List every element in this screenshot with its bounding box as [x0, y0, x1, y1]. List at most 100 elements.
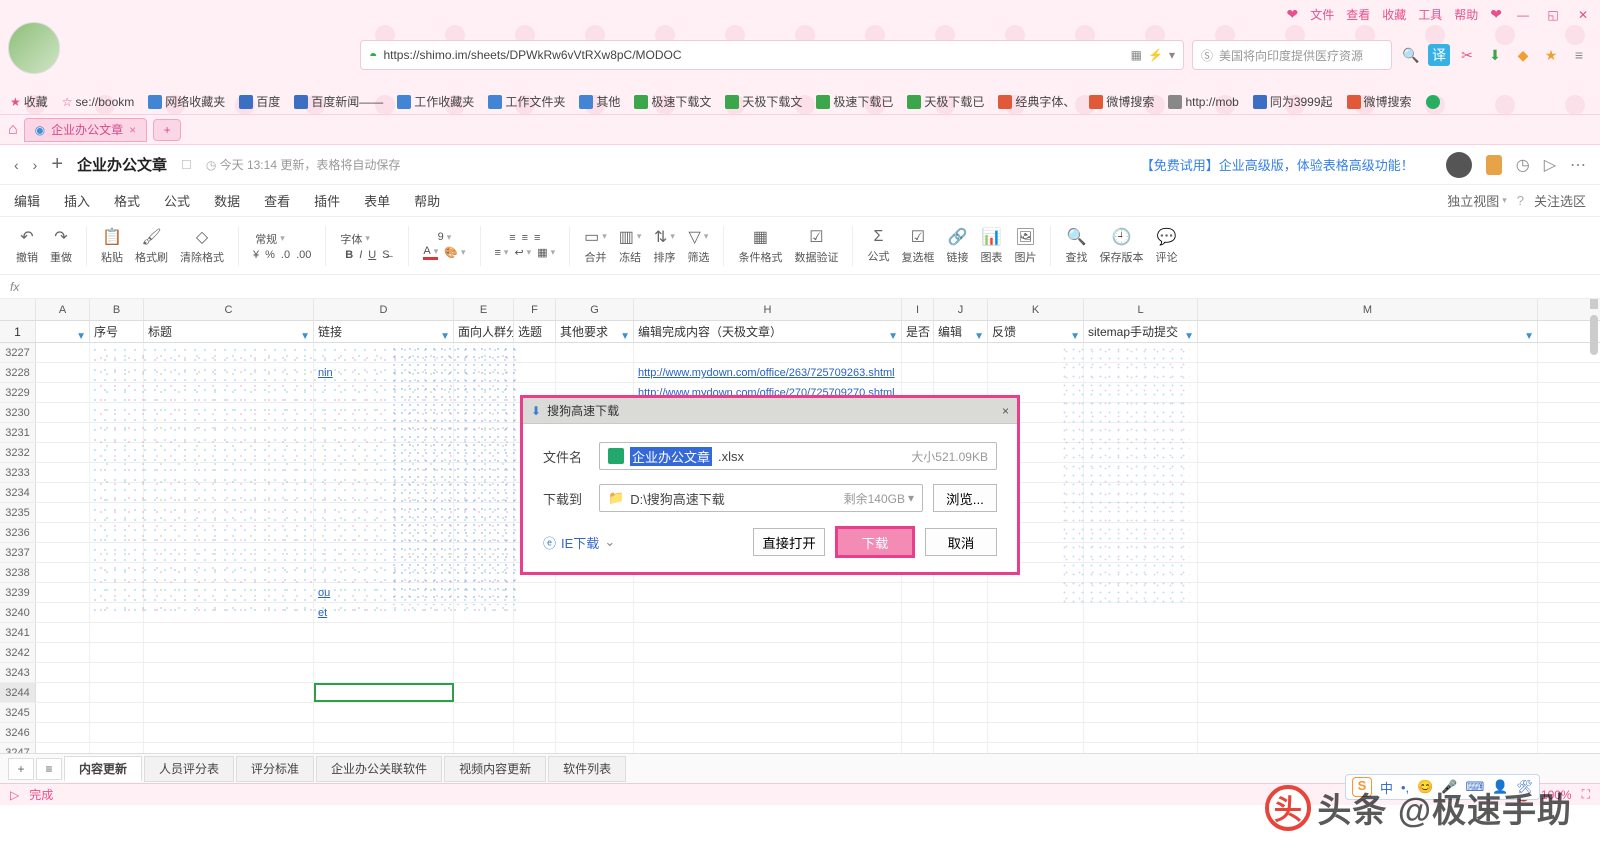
cell[interactable]	[1198, 723, 1538, 742]
open-button[interactable]: 直接打开	[753, 528, 825, 556]
col-header[interactable]: E	[454, 299, 514, 320]
filename-input[interactable]: 企业办公文章.xlsx 大小521.09KB	[599, 442, 997, 470]
cell[interactable]	[634, 643, 902, 662]
cell[interactable]	[90, 463, 144, 482]
cell[interactable]	[1198, 463, 1538, 482]
align-left-icon[interactable]: ≡	[509, 232, 515, 244]
cell[interactable]	[988, 343, 1084, 362]
cell[interactable]	[1084, 403, 1198, 422]
cell[interactable]	[988, 703, 1084, 722]
cell[interactable]	[1198, 583, 1538, 602]
cell[interactable]	[454, 623, 514, 642]
table-row[interactable]: 3244	[0, 683, 1600, 703]
cell[interactable]	[514, 603, 556, 622]
cell[interactable]	[934, 623, 988, 642]
table-row[interactable]: 3228ninhttp://www.mydown.com/office/263/…	[0, 363, 1600, 383]
cell[interactable]	[988, 583, 1084, 602]
history-icon[interactable]: ◷	[1516, 155, 1530, 175]
cell[interactable]	[556, 583, 634, 602]
bookmark-item[interactable]: 百度新闻——	[294, 93, 383, 110]
cell[interactable]	[1198, 343, 1538, 362]
cell[interactable]	[314, 503, 454, 522]
qr-icon[interactable]: ▦	[1131, 48, 1142, 62]
cell[interactable]	[514, 723, 556, 742]
cell[interactable]	[1084, 463, 1198, 482]
cell[interactable]	[556, 683, 634, 702]
address-bar[interactable]: ◓ https://shimo.im/sheets/DPWkRw6vVtRXw8…	[360, 40, 1184, 70]
cell[interactable]	[1198, 703, 1538, 722]
cell[interactable]	[36, 703, 90, 722]
cell[interactable]	[1198, 523, 1538, 542]
cell[interactable]	[36, 343, 90, 362]
cell[interactable]	[902, 603, 934, 622]
cell[interactable]	[1084, 703, 1198, 722]
filter-icon[interactable]: ▼	[440, 326, 450, 342]
new-doc-button[interactable]: +	[51, 153, 63, 176]
currency-icon[interactable]: ¥	[253, 249, 259, 261]
cell[interactable]	[144, 583, 314, 602]
history-button[interactable]: 🕘保存版本	[1095, 227, 1147, 265]
cell[interactable]	[934, 723, 988, 742]
cell[interactable]	[934, 703, 988, 722]
close-button[interactable]: ✕	[1574, 8, 1592, 22]
cell[interactable]	[1084, 443, 1198, 462]
bookmark-item[interactable]: 其他	[579, 93, 620, 110]
cell[interactable]	[454, 503, 514, 522]
table-row[interactable]: 3227	[0, 343, 1600, 363]
table-row[interactable]: 3246	[0, 723, 1600, 743]
cell[interactable]	[902, 643, 934, 662]
valign-icon[interactable]: ≡	[495, 247, 509, 259]
scissors-icon[interactable]: ✂	[1456, 44, 1478, 66]
scroll-thumb[interactable]	[1590, 315, 1598, 355]
cell[interactable]	[934, 663, 988, 682]
cell[interactable]	[90, 423, 144, 442]
ie-download-link[interactable]: ⓔ IE下载 ⌄	[543, 533, 615, 552]
cell[interactable]	[1084, 683, 1198, 702]
cell[interactable]	[902, 343, 934, 362]
cell[interactable]	[36, 483, 90, 502]
cell[interactable]	[1198, 403, 1538, 422]
fullscreen-icon[interactable]: ⛶	[1582, 787, 1590, 802]
cell[interactable]	[314, 443, 454, 462]
paste-button[interactable]: 📋粘贴	[97, 227, 127, 265]
cell[interactable]	[1084, 503, 1198, 522]
find-button[interactable]: 🔍查找	[1061, 227, 1091, 265]
row-number[interactable]: 3240	[0, 603, 36, 622]
row-number[interactable]: 3246	[0, 723, 36, 742]
row-number[interactable]: 3235	[0, 503, 36, 522]
cell[interactable]	[1198, 683, 1538, 702]
sheet-tab[interactable]: 视频内容更新	[444, 756, 546, 782]
table-row[interactable]: 3239ou	[0, 583, 1600, 603]
italic-icon[interactable]: I	[359, 249, 362, 261]
cell[interactable]	[144, 663, 314, 682]
cell[interactable]	[1084, 563, 1198, 582]
bookmark-item[interactable]: 天极下载文	[725, 93, 802, 110]
cell[interactable]	[634, 343, 902, 362]
new-tab-button[interactable]: +	[153, 119, 181, 141]
table-row[interactable]: 3240et	[0, 603, 1600, 623]
cond-format-button[interactable]: ▦条件格式	[734, 227, 786, 265]
cell[interactable]	[314, 683, 454, 702]
cell[interactable]	[314, 543, 454, 562]
cell[interactable]	[1084, 663, 1198, 682]
cell[interactable]	[556, 363, 634, 382]
bookmark-item[interactable]: 微博搜索	[1347, 93, 1412, 110]
cell[interactable]	[556, 643, 634, 662]
clear-format-button[interactable]: ◇清除格式	[176, 227, 228, 265]
cell[interactable]	[1198, 643, 1538, 662]
cell[interactable]	[454, 723, 514, 742]
cell[interactable]	[90, 363, 144, 382]
row-number[interactable]: 3231	[0, 423, 36, 442]
cell[interactable]	[902, 623, 934, 642]
filter-button[interactable]: ▽筛选	[683, 227, 713, 265]
percent-icon[interactable]: %	[265, 249, 275, 261]
row-number[interactable]: 3241	[0, 623, 36, 642]
checkbox-button[interactable]: ☑复选框	[897, 227, 938, 265]
row-number[interactable]: 3247	[0, 743, 36, 753]
cell[interactable]	[314, 663, 454, 682]
menu-data[interactable]: 数据	[214, 191, 240, 210]
cell[interactable]	[634, 623, 902, 642]
cell[interactable]	[36, 643, 90, 662]
col-header[interactable]: G	[556, 299, 634, 320]
minimize-button[interactable]: —	[1514, 8, 1532, 22]
